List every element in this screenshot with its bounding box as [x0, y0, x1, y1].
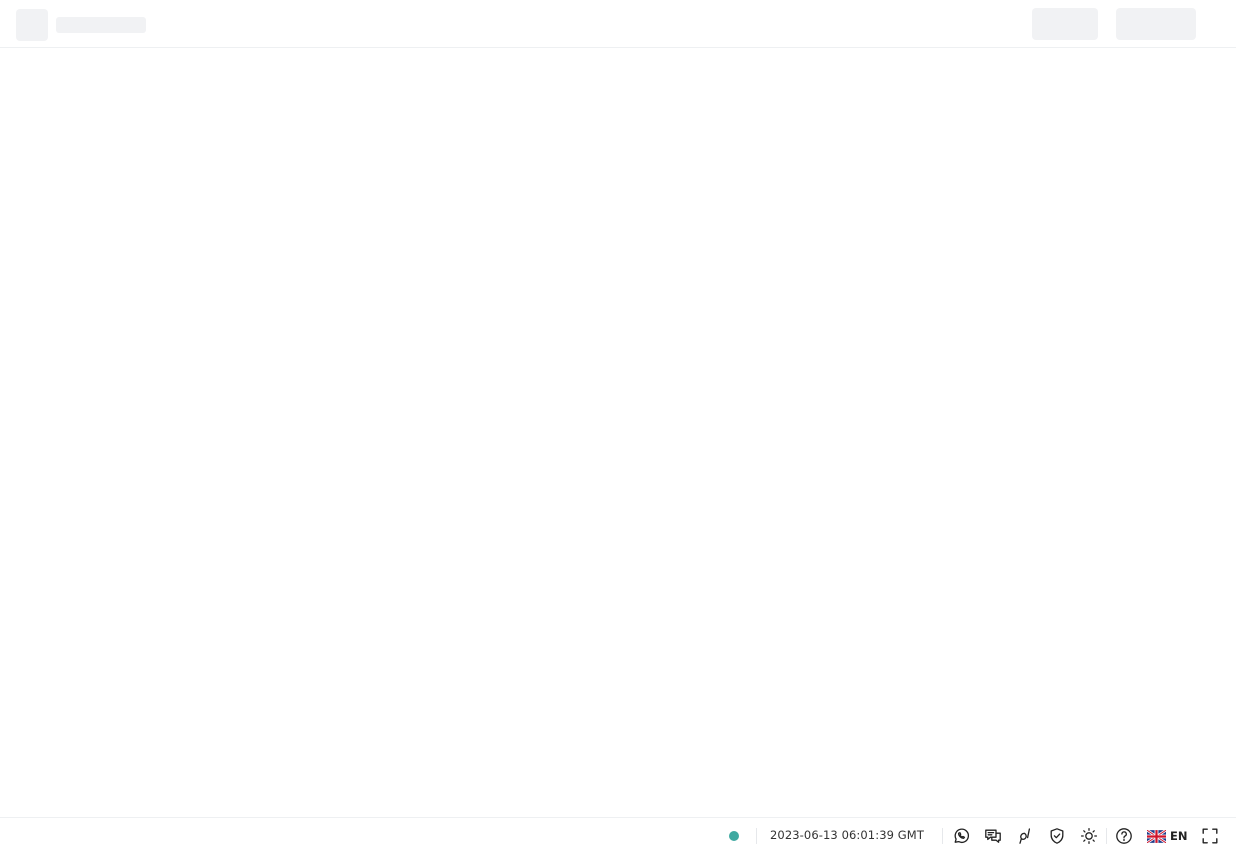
footer-divider: [756, 828, 757, 844]
button-placeholder-2: [1116, 8, 1196, 40]
footer-status-bar: 2023-06-13 06:01:39 GMT EN: [0, 817, 1236, 853]
live-chat-icon[interactable]: [984, 827, 1002, 845]
app-window: 2023-06-13 06:01:39 GMT EN: [0, 0, 1236, 853]
title-placeholder: [56, 17, 146, 33]
responsible-trading-icon[interactable]: [1048, 827, 1066, 845]
language-code: EN: [1170, 829, 1188, 843]
theme-toggle-icon[interactable]: [1080, 827, 1098, 845]
deriv-go-icon[interactable]: [1016, 827, 1034, 845]
logo-placeholder: [16, 9, 48, 41]
uk-flag-icon: [1147, 829, 1166, 843]
fullscreen-icon[interactable]: [1201, 827, 1219, 845]
server-time: 2023-06-13 06:01:39 GMT: [770, 828, 924, 842]
footer-divider: [942, 828, 943, 844]
whatsapp-icon[interactable]: [952, 827, 970, 845]
footer-divider: [1106, 828, 1107, 844]
main-content-area: [0, 48, 1236, 817]
help-icon[interactable]: [1115, 827, 1133, 845]
language-selector[interactable]: EN: [1147, 827, 1187, 845]
connection-status-indicator[interactable]: [729, 831, 739, 841]
header-loading-skeleton: [0, 0, 1236, 48]
button-placeholder-1: [1032, 8, 1098, 40]
